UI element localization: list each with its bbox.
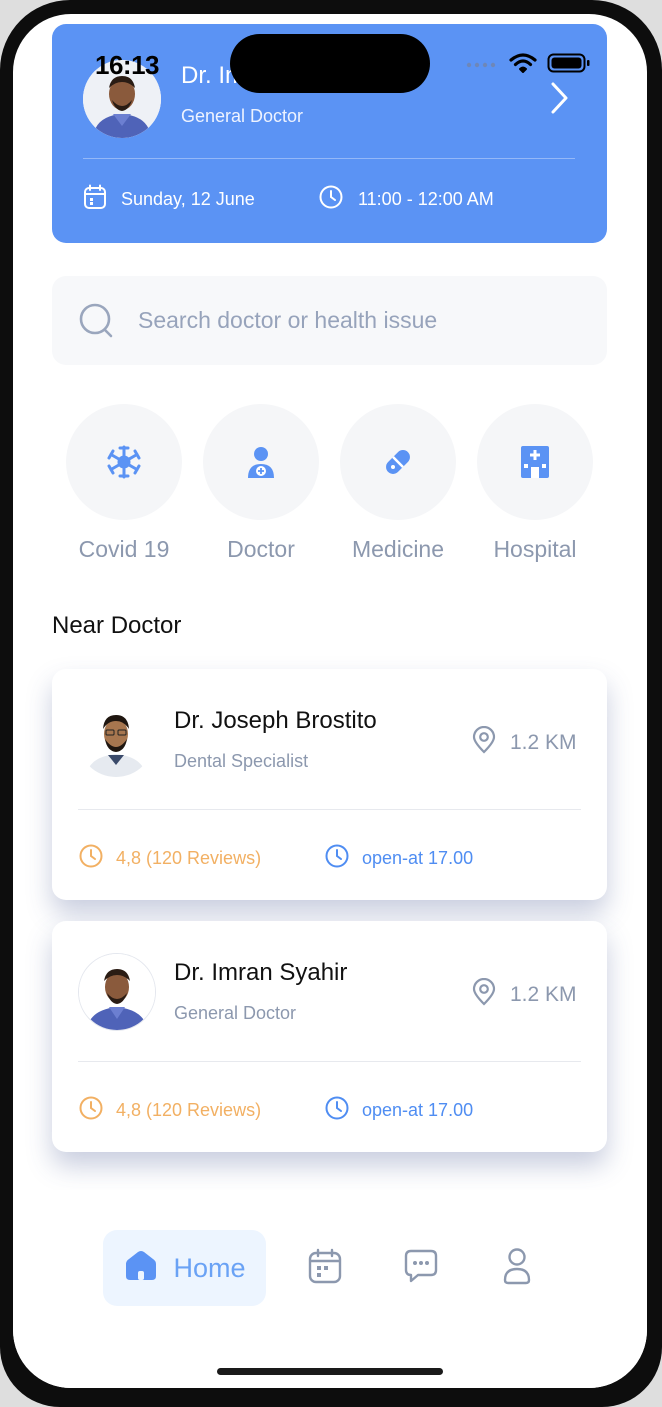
section-title-near-doctor: Near Doctor [52, 612, 182, 639]
doctor-rating: 4,8 (120 Reviews) [78, 1095, 261, 1126]
status-icons [465, 52, 591, 79]
chat-icon [402, 1248, 440, 1289]
home-icon [123, 1249, 159, 1288]
category-medicine[interactable]: Medicine [340, 404, 456, 563]
divider [78, 1061, 581, 1062]
nav-chat-button[interactable] [401, 1248, 441, 1288]
clock-icon [324, 1095, 350, 1126]
bottom-navigation: Home [13, 1190, 647, 1388]
doctor-open-time: open-at 17.00 [324, 1095, 473, 1126]
divider [78, 809, 581, 810]
category-label: Hospital [493, 536, 577, 562]
appointment-time-text: 11:00 - 12:00 AM [358, 189, 494, 209]
dynamic-island [230, 34, 430, 93]
category-doctor[interactable]: Doctor [203, 404, 319, 563]
category-label: Covid 19 [78, 536, 170, 562]
doctor-open-time: open-at 17.00 [324, 843, 473, 874]
status-time: 16:13 [95, 50, 160, 80]
doctor-distance: 1.2 KM [472, 725, 577, 760]
clock-icon [324, 843, 350, 874]
appointment-doctor-role: General Doctor [181, 106, 304, 126]
battery-icon [547, 52, 591, 79]
calendar-icon [83, 184, 107, 215]
appointment-date-text: Sunday, 12 June [121, 189, 255, 209]
doctor-specialty: Dental Specialist [174, 751, 309, 771]
clock-icon [78, 1095, 104, 1126]
app-screen: Dr. Imran Syahir General Doctor Sunday, … [13, 14, 647, 1388]
wifi-icon [509, 52, 537, 79]
virus-icon [66, 404, 182, 520]
nav-calendar-button[interactable] [305, 1248, 345, 1288]
doctor-card[interactable]: Dr. Imran Syahir General Doctor 1.2 KM 4… [52, 921, 607, 1152]
nav-profile-button[interactable] [497, 1247, 537, 1290]
doctor-avatar [78, 953, 156, 1031]
calendar-icon [308, 1248, 342, 1289]
category-covid[interactable]: Covid 19 [66, 404, 182, 563]
profile-icon [502, 1247, 532, 1290]
doctor-avatar [78, 701, 154, 777]
doctor-icon [203, 404, 319, 520]
home-indicator [217, 1368, 443, 1375]
doctor-name: Dr. Joseph Brostito [174, 707, 377, 734]
nav-home-button[interactable]: Home [103, 1230, 266, 1306]
doctor-specialty: General Doctor [174, 1003, 297, 1023]
chevron-right-icon[interactable] [544, 78, 574, 118]
appointment-time: 11:00 - 12:00 AM [318, 184, 494, 215]
clock-icon [78, 843, 104, 874]
open-time-text: open-at 17.00 [362, 1100, 474, 1120]
appointment-date: Sunday, 12 June [83, 184, 255, 215]
doctor-name: Dr. Imran Syahir [174, 959, 348, 986]
doctor-card[interactable]: Dr. Joseph Brostito Dental Specialist 1.… [52, 669, 607, 900]
pill-icon [340, 404, 456, 520]
phone-frame: Dr. Imran Syahir General Doctor Sunday, … [0, 0, 662, 1407]
location-pin-icon [472, 977, 496, 1012]
search-icon [78, 302, 116, 340]
location-pin-icon [472, 725, 496, 760]
signal-icon [465, 57, 499, 75]
search-bar[interactable] [52, 276, 607, 365]
open-time-text: open-at 17.00 [362, 848, 474, 868]
doctor-distance: 1.2 KM [472, 977, 577, 1012]
hospital-icon [477, 404, 593, 520]
divider [83, 158, 575, 159]
distance-text: 1.2 KM [510, 731, 577, 754]
category-hospital[interactable]: Hospital [477, 404, 593, 563]
nav-home-label: Home [173, 1252, 246, 1283]
category-label: Medicine [351, 536, 445, 562]
rating-text: 4,8 (120 Reviews) [116, 848, 262, 868]
distance-text: 1.2 KM [510, 983, 577, 1006]
doctor-rating: 4,8 (120 Reviews) [78, 843, 261, 874]
search-input[interactable] [136, 306, 560, 335]
clock-icon [318, 184, 344, 215]
rating-text: 4,8 (120 Reviews) [116, 1100, 262, 1120]
category-label: Doctor [227, 536, 295, 562]
